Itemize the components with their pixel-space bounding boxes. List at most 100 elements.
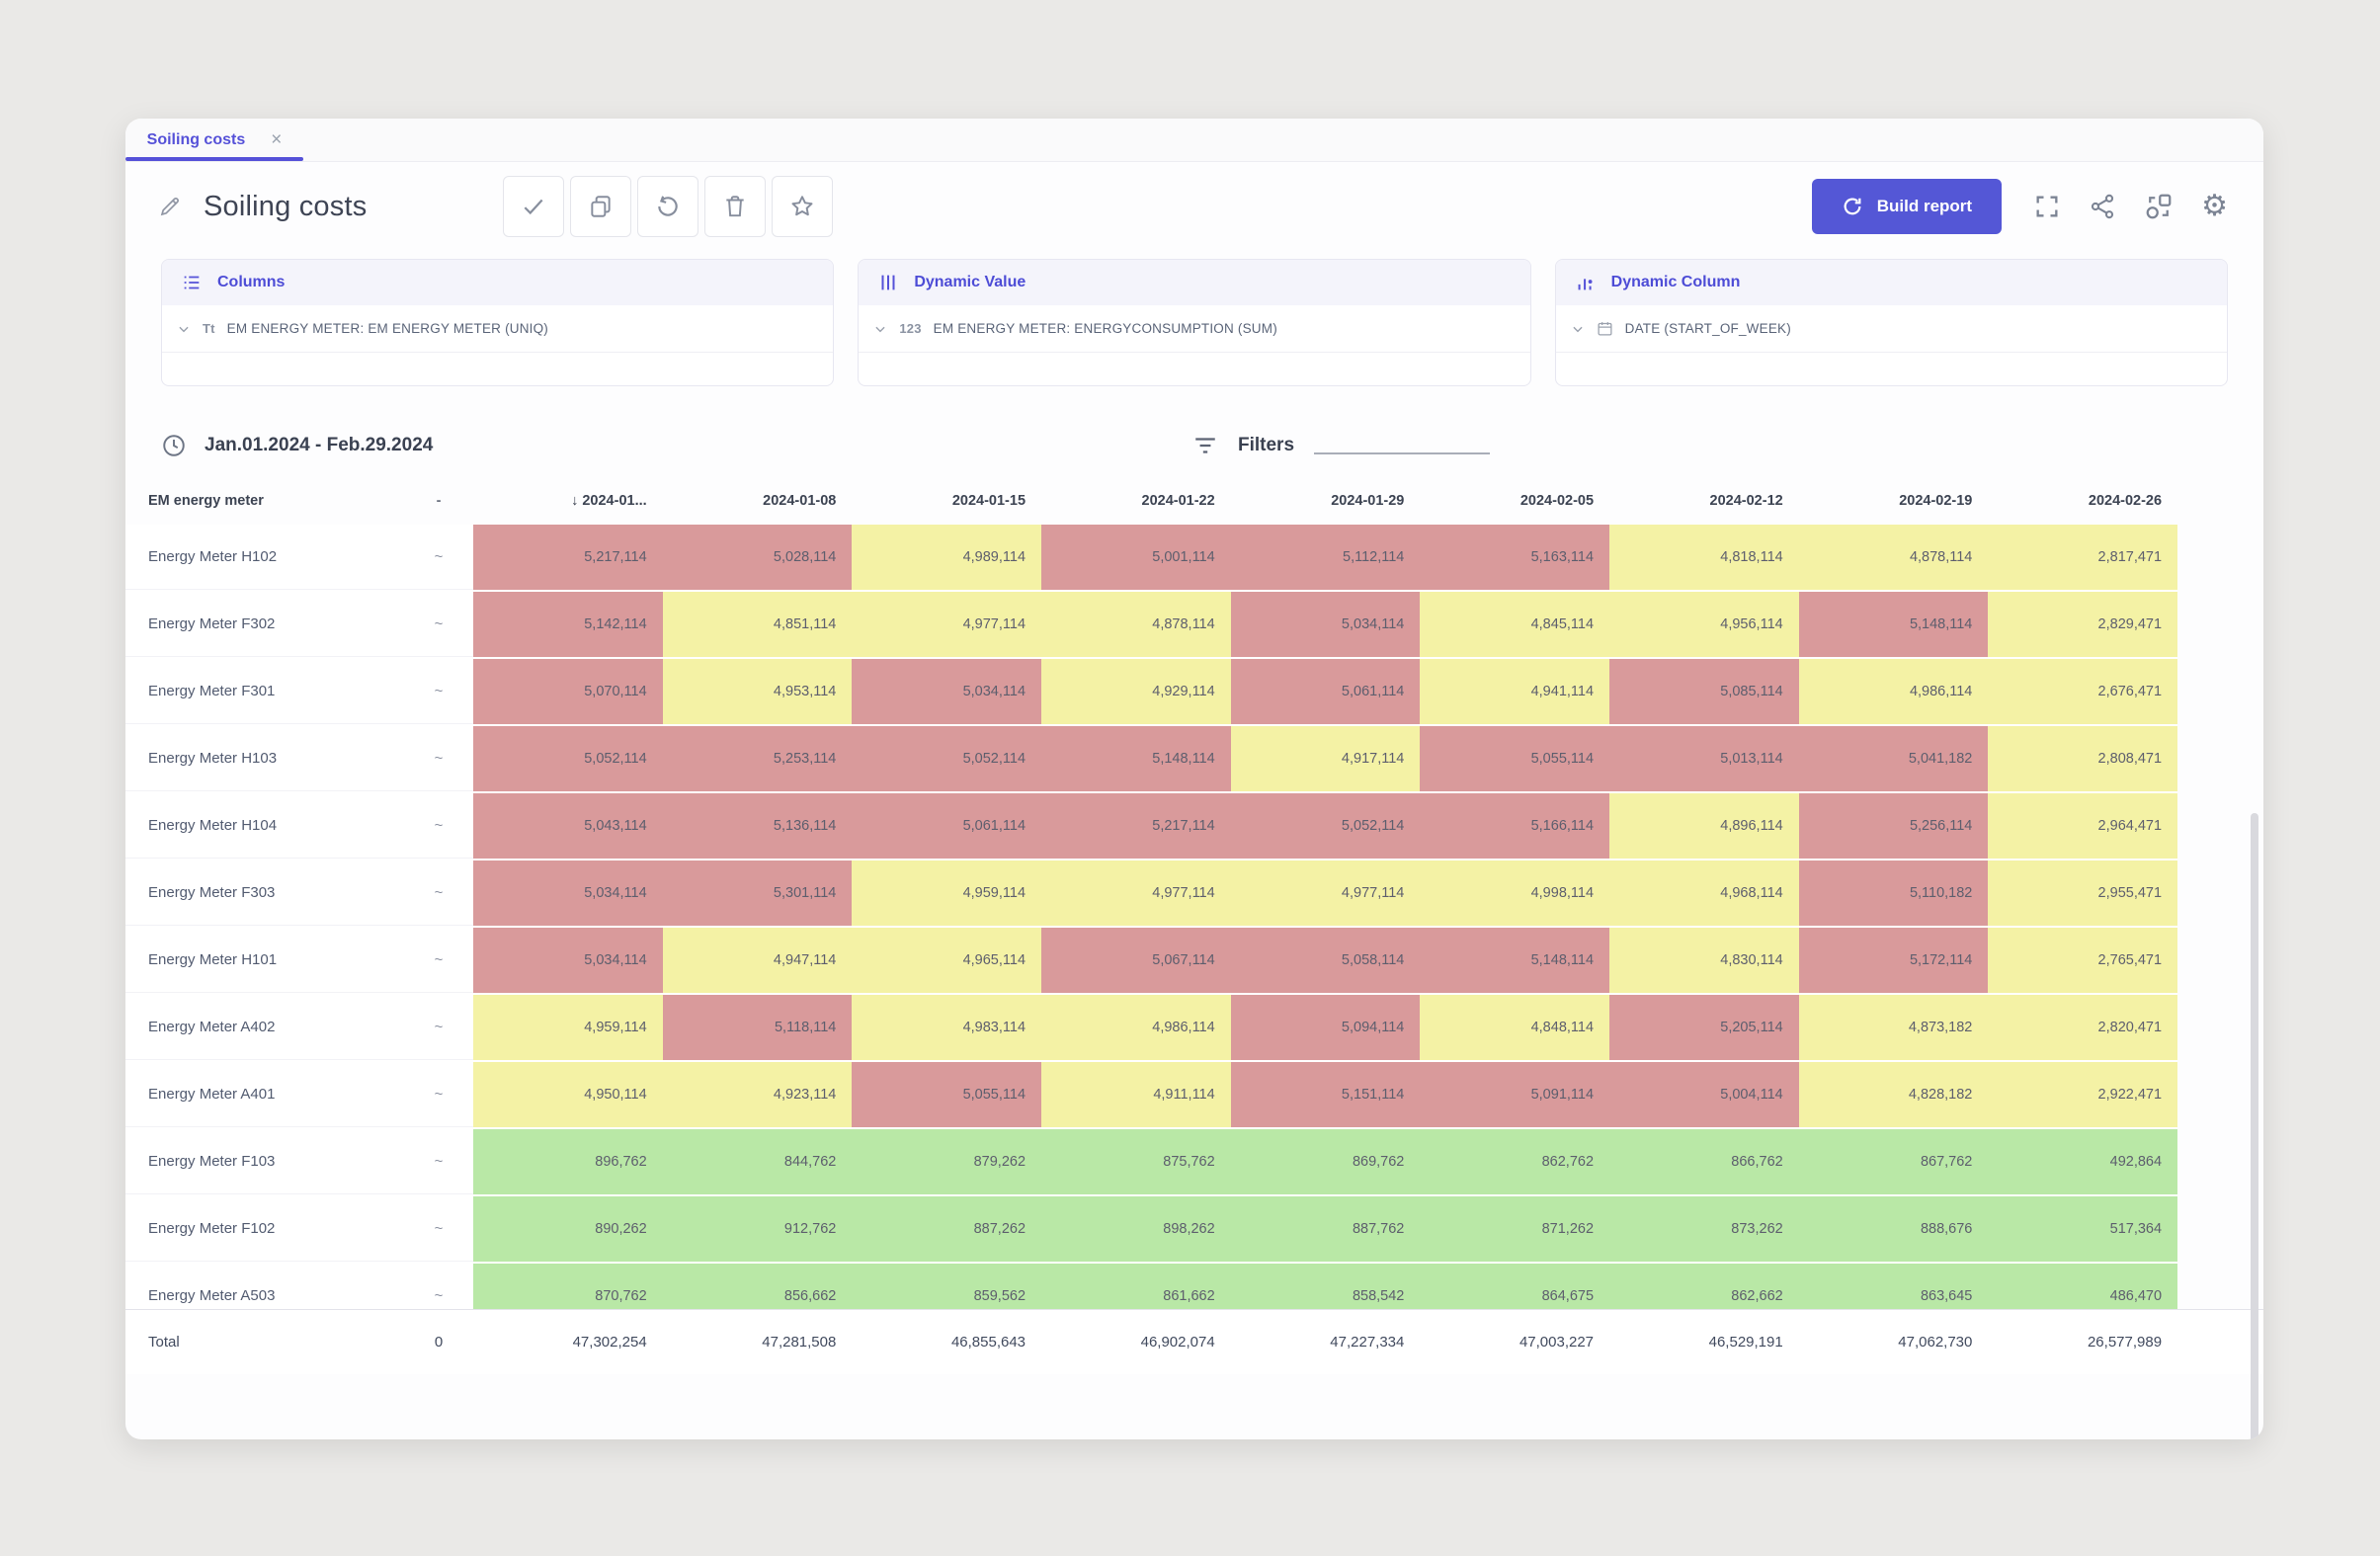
value-cell[interactable]: 4,923,114 [663, 1062, 853, 1127]
value-cell[interactable]: 4,959,114 [852, 860, 1041, 926]
column-header-date[interactable]: 2024-01-08 [663, 493, 853, 509]
row-expand-control[interactable]: ~ [404, 928, 473, 993]
column-header-date[interactable]: 2024-02-26 [1988, 493, 2177, 509]
columns-panel-item[interactable]: Tt EM ENERGY METER: EM ENERGY METER (UNI… [162, 305, 833, 353]
row-expand-control[interactable]: ~ [404, 659, 473, 724]
value-cell[interactable]: 879,262 [852, 1129, 1041, 1194]
value-cell[interactable]: 862,762 [1420, 1129, 1609, 1194]
value-cell[interactable]: 4,968,114 [1609, 860, 1799, 926]
value-cell[interactable]: 5,085,114 [1609, 659, 1799, 724]
value-cell[interactable]: 4,929,114 [1041, 659, 1231, 724]
chevron-down-icon[interactable] [177, 322, 191, 336]
column-header-date[interactable]: 2024-02-19 [1799, 493, 1989, 509]
value-cell[interactable]: 2,820,471 [1988, 995, 2177, 1060]
close-icon[interactable]: × [271, 130, 282, 149]
value-cell[interactable]: 866,762 [1609, 1129, 1799, 1194]
edit-pencil-icon[interactable] [158, 195, 182, 218]
value-cell[interactable]: 862,662 [1609, 1264, 1799, 1309]
value-cell[interactable]: 887,262 [852, 1196, 1041, 1262]
value-cell[interactable]: 5,055,114 [1420, 726, 1609, 791]
row-expand-control[interactable]: ~ [404, 860, 473, 926]
filters-input[interactable] [1314, 437, 1490, 454]
value-cell[interactable]: 4,950,114 [473, 1062, 663, 1127]
value-cell[interactable]: 5,148,114 [1041, 726, 1231, 791]
value-cell[interactable]: 5,001,114 [1041, 525, 1231, 590]
value-cell[interactable]: 5,166,114 [1420, 793, 1609, 859]
value-cell[interactable]: 5,061,114 [1231, 659, 1421, 724]
column-header-meter[interactable]: EM energy meter [125, 493, 404, 509]
panel-drop-zone[interactable] [162, 353, 833, 385]
value-cell[interactable]: 5,067,114 [1041, 928, 1231, 993]
value-cell[interactable]: 5,034,114 [852, 659, 1041, 724]
date-range[interactable]: Jan.01.2024 - Feb.29.2024 [205, 435, 433, 456]
value-cell[interactable]: 2,829,471 [1988, 592, 2177, 657]
value-cell[interactable]: 5,253,114 [663, 726, 853, 791]
value-cell[interactable]: 4,845,114 [1420, 592, 1609, 657]
vertical-scrollbar[interactable] [2251, 813, 2258, 1439]
value-cell[interactable]: 5,112,114 [1231, 525, 1421, 590]
value-cell[interactable]: 5,118,114 [663, 995, 853, 1060]
row-expand-control[interactable]: ~ [404, 793, 473, 859]
value-cell[interactable]: 2,676,471 [1988, 659, 2177, 724]
value-cell[interactable]: 5,205,114 [1609, 995, 1799, 1060]
value-cell[interactable]: 870,762 [473, 1264, 663, 1309]
value-cell[interactable]: 5,061,114 [852, 793, 1041, 859]
column-header-date[interactable]: 2024-01-15 [852, 493, 1041, 509]
value-cell[interactable]: 869,762 [1231, 1129, 1421, 1194]
trash-button[interactable] [704, 176, 766, 237]
value-cell[interactable]: 4,977,114 [1231, 860, 1421, 926]
value-cell[interactable]: 5,110,182 [1799, 860, 1989, 926]
value-cell[interactable]: 4,956,114 [1609, 592, 1799, 657]
column-header-expander[interactable]: - [404, 493, 473, 509]
value-cell[interactable]: 4,818,114 [1609, 525, 1799, 590]
row-expand-control[interactable]: ~ [404, 1062, 473, 1127]
panel-drop-zone[interactable] [859, 353, 1529, 385]
value-cell[interactable]: 5,013,114 [1609, 726, 1799, 791]
value-cell[interactable]: 856,662 [663, 1264, 853, 1309]
value-cell[interactable]: 486,470 [1988, 1264, 2177, 1309]
value-cell[interactable]: 4,965,114 [852, 928, 1041, 993]
value-cell[interactable]: 2,964,471 [1988, 793, 2177, 859]
value-cell[interactable]: 5,151,114 [1231, 1062, 1421, 1127]
column-header-date[interactable]: 2024-01-29 [1231, 493, 1421, 509]
value-cell[interactable]: 898,262 [1041, 1196, 1231, 1262]
value-cell[interactable]: 4,986,114 [1799, 659, 1989, 724]
value-cell[interactable]: 4,986,114 [1041, 995, 1231, 1060]
value-cell[interactable]: 888,676 [1799, 1196, 1989, 1262]
value-cell[interactable]: 5,136,114 [663, 793, 853, 859]
value-cell[interactable]: 5,052,114 [473, 726, 663, 791]
value-cell[interactable]: 858,542 [1231, 1264, 1421, 1309]
value-cell[interactable]: 4,830,114 [1609, 928, 1799, 993]
value-cell[interactable]: 2,955,471 [1988, 860, 2177, 926]
gear-icon[interactable]: ⚙ [2201, 192, 2228, 221]
value-cell[interactable]: 2,817,471 [1988, 525, 2177, 590]
dynamic-column-panel-item[interactable]: DATE (START_OF_WEEK) [1556, 305, 2227, 353]
value-cell[interactable]: 2,922,471 [1988, 1062, 2177, 1127]
value-cell[interactable]: 867,762 [1799, 1129, 1989, 1194]
build-report-button[interactable]: Build report [1812, 179, 2002, 234]
value-cell[interactable]: 871,262 [1420, 1196, 1609, 1262]
swap-flow-icon[interactable] [2144, 192, 2174, 221]
value-cell[interactable]: 2,808,471 [1988, 726, 2177, 791]
dynamic-value-panel-item[interactable]: 123 EM ENERGY METER: ENERGYCONSUMPTION (… [859, 305, 1529, 353]
value-cell[interactable]: 5,217,114 [1041, 793, 1231, 859]
value-cell[interactable]: 5,256,114 [1799, 793, 1989, 859]
value-cell[interactable]: 4,851,114 [663, 592, 853, 657]
value-cell[interactable]: 4,989,114 [852, 525, 1041, 590]
value-cell[interactable]: 4,941,114 [1420, 659, 1609, 724]
row-expand-control[interactable]: ~ [404, 726, 473, 791]
value-cell[interactable]: 5,034,114 [1231, 592, 1421, 657]
row-expand-control[interactable]: ~ [404, 525, 473, 590]
value-cell[interactable]: 912,762 [663, 1196, 853, 1262]
value-cell[interactable]: 875,762 [1041, 1129, 1231, 1194]
value-cell[interactable]: 5,028,114 [663, 525, 853, 590]
value-cell[interactable]: 4,947,114 [663, 928, 853, 993]
panel-drop-zone[interactable] [1556, 353, 2227, 385]
value-cell[interactable]: 2,765,471 [1988, 928, 2177, 993]
value-cell[interactable]: 5,091,114 [1420, 1062, 1609, 1127]
value-cell[interactable]: 890,262 [473, 1196, 663, 1262]
row-expand-control[interactable]: ~ [404, 1264, 473, 1309]
value-cell[interactable]: 5,043,114 [473, 793, 663, 859]
fullscreen-icon[interactable] [2033, 193, 2061, 220]
value-cell[interactable]: 5,148,114 [1799, 592, 1989, 657]
